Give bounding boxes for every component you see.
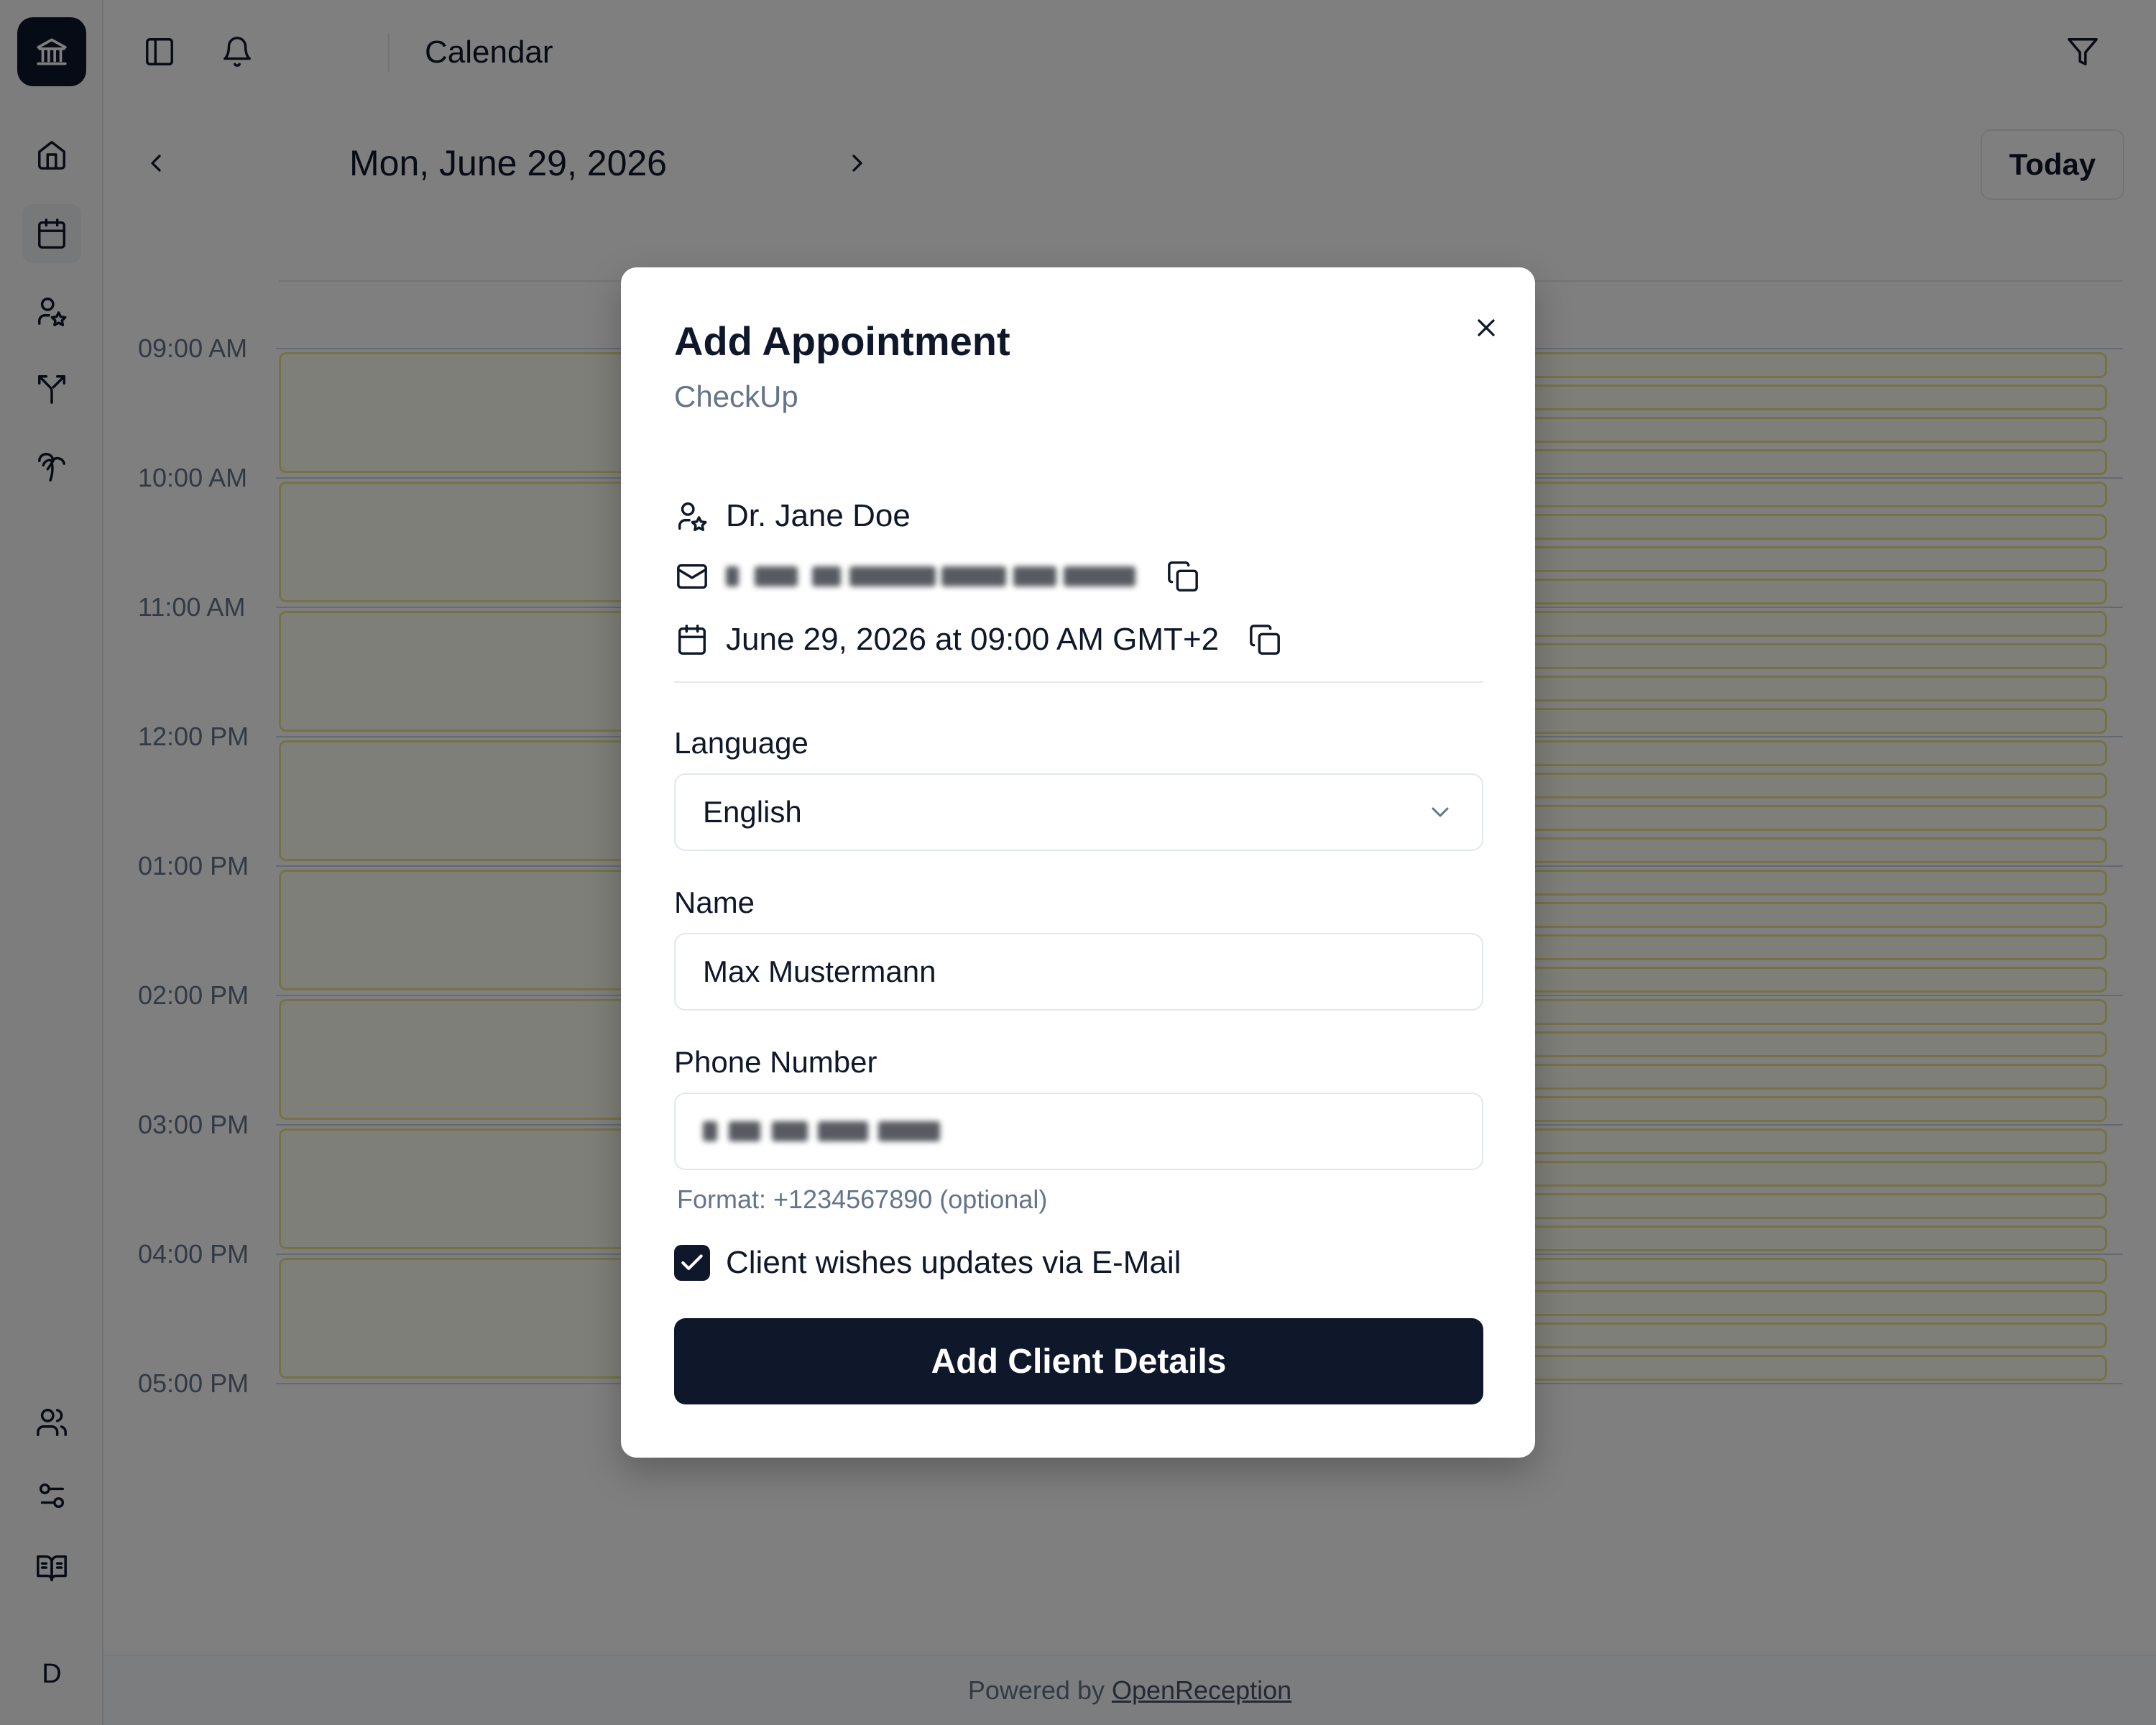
language-label: Language (674, 726, 808, 760)
user-star-icon (674, 498, 710, 534)
phone-format-hint: Format: +1234567890 (optional) (677, 1184, 1048, 1214)
divider (674, 681, 1483, 683)
phone-input[interactable] (674, 1092, 1483, 1170)
mail-icon (674, 558, 710, 594)
chevron-down-icon (1432, 807, 1449, 817)
name-input[interactable]: Max Mustermann (674, 933, 1483, 1011)
copy-datetime-button[interactable] (1245, 620, 1285, 660)
add-appointment-dialog: Add Appointment CheckUp Dr. Jane Doe Jun… (621, 267, 1535, 1458)
appointment-datetime: June 29, 2026 at 09:00 AM GMT+2 (726, 622, 1220, 657)
email-updates-row: Client wishes updates via E-Mail (674, 1245, 1181, 1281)
dialog-title: Add Appointment (674, 318, 1010, 364)
copy-icon (1168, 561, 1198, 592)
email-row (674, 555, 1203, 598)
copy-email-button[interactable] (1163, 556, 1203, 597)
calendar-icon (674, 622, 710, 658)
phone-label: Phone Number (674, 1045, 877, 1079)
datetime-row: June 29, 2026 at 09:00 AM GMT+2 (674, 618, 1285, 661)
language-value: English (703, 795, 802, 829)
redacted-email (726, 562, 1137, 591)
doctor-name: Dr. Jane Doe (726, 498, 911, 533)
language-select[interactable]: English (674, 773, 1483, 851)
name-label: Name (674, 886, 755, 919)
name-value: Max Mustermann (703, 954, 936, 988)
email-updates-checkbox[interactable] (674, 1245, 710, 1281)
doctor-row: Dr. Jane Doe (674, 494, 911, 538)
close-button[interactable] (1460, 302, 1512, 354)
check-icon (681, 1254, 703, 1270)
service-name: CheckUp (674, 380, 798, 413)
add-client-details-button[interactable]: Add Client Details (674, 1318, 1483, 1404)
copy-icon (1250, 625, 1281, 655)
email-updates-label: Client wishes updates via E-Mail (726, 1245, 1181, 1280)
close-icon (1478, 319, 1495, 336)
redacted-phone (703, 1117, 940, 1146)
